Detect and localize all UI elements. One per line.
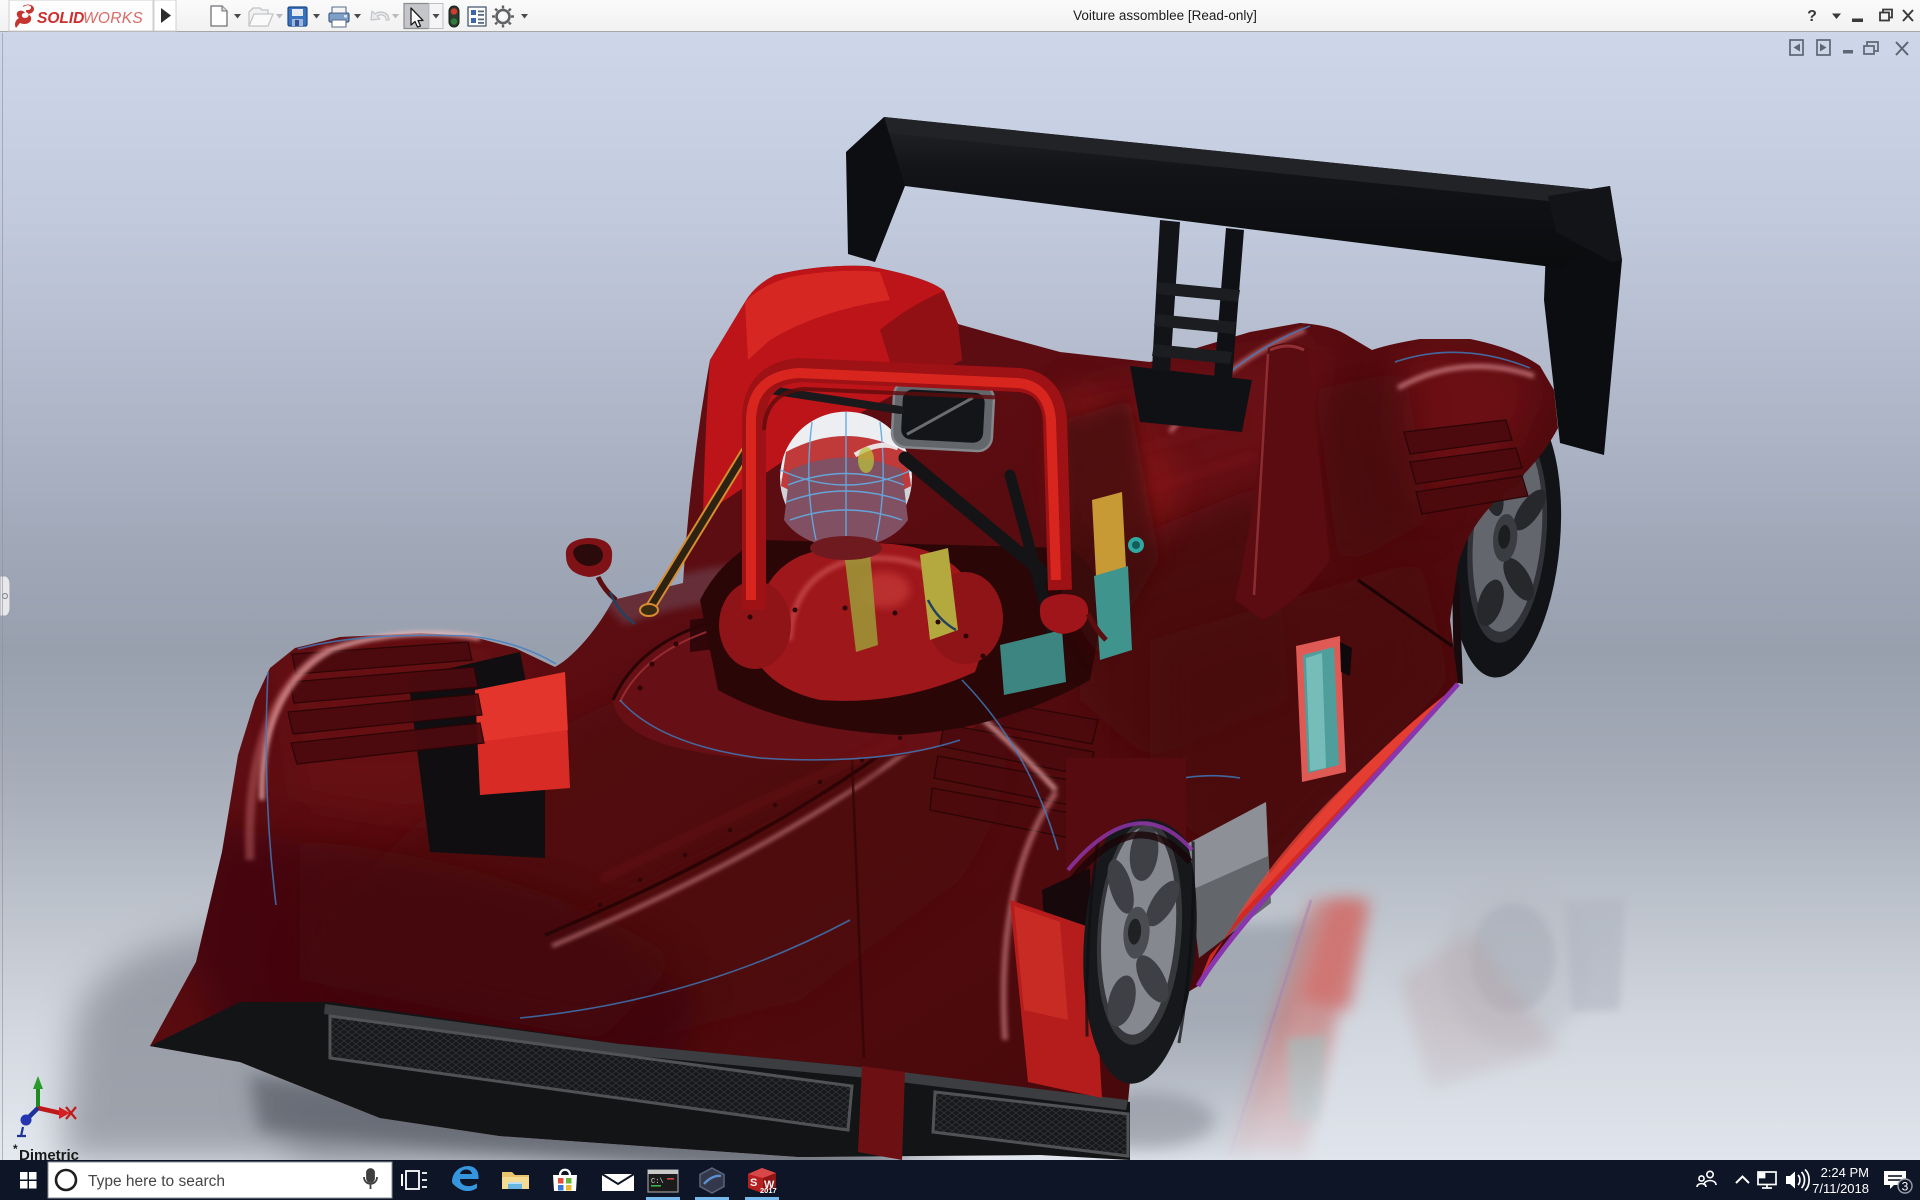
svg-text:2:24 PM: 2:24 PM	[1821, 1165, 1869, 1180]
svg-text:*: *	[13, 1142, 18, 1156]
svg-text:3: 3	[1902, 1180, 1909, 1194]
svg-text:WORKS: WORKS	[83, 10, 143, 27]
svg-text:Type here to search: Type here to search	[88, 1173, 225, 1190]
svg-text:2017: 2017	[760, 1186, 777, 1195]
svg-text:Voiture assomblee [Read-only]: Voiture assomblee [Read-only]	[1073, 8, 1257, 23]
svg-text:?: ?	[1807, 8, 1817, 25]
svg-text:SOLID: SOLID	[37, 10, 84, 27]
svg-text:S: S	[750, 1177, 757, 1189]
svg-text:7/11/2018: 7/11/2018	[1812, 1181, 1869, 1196]
svg-text:C:\: C:\	[651, 1178, 664, 1186]
